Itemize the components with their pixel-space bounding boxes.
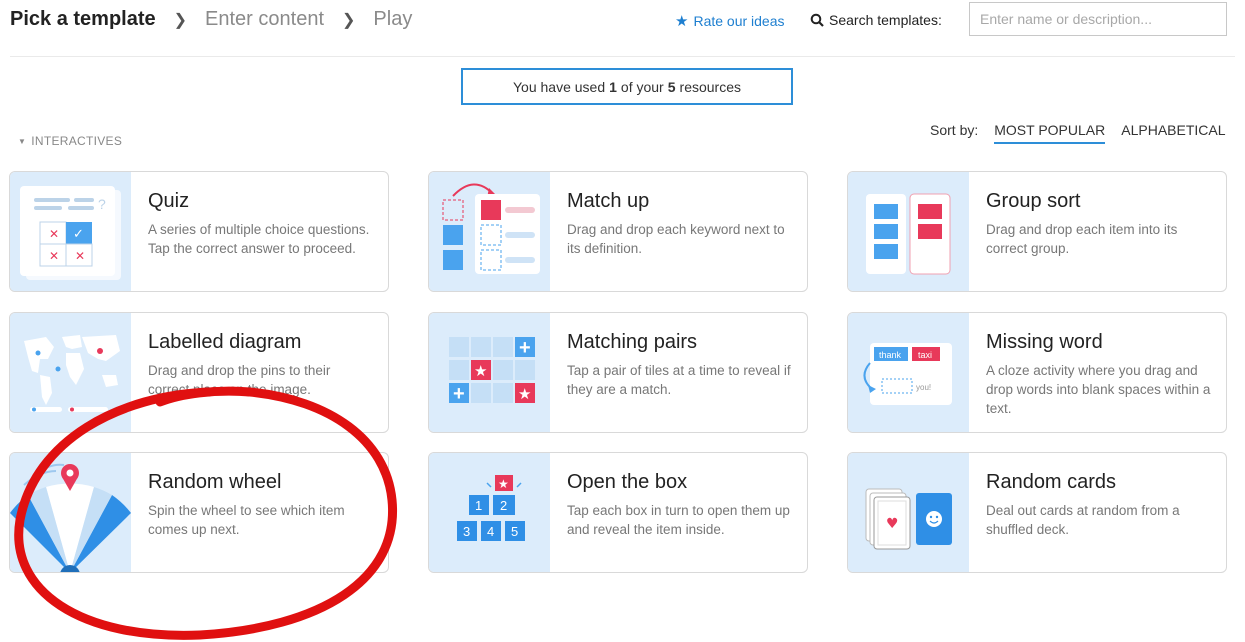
quota-suffix: resources: [679, 78, 741, 95]
caret-down-icon: ▼: [18, 136, 27, 146]
card-title: Quiz: [148, 190, 190, 212]
group-sort-icon: [848, 172, 969, 291]
search-input[interactable]: [969, 2, 1227, 36]
svg-text:?: ?: [98, 196, 106, 212]
match-up-icon: [429, 172, 550, 291]
template-card-group-sort[interactable]: Group sort Drag and drop each item into …: [847, 171, 1227, 292]
missing-word-chip-1: thank: [879, 350, 902, 360]
star-icon: ★: [675, 13, 689, 30]
rate-ideas-label: Rate our ideas: [693, 13, 785, 29]
missing-word-text: you!: [916, 383, 931, 392]
random-wheel-icon: [10, 453, 131, 572]
template-card-random-wheel[interactable]: Random wheel Spin the wheel to see which…: [9, 452, 389, 573]
matching-pairs-icon: + ★ + ★: [429, 313, 550, 432]
box-number-1: 1: [475, 498, 482, 513]
card-title: Labelled diagram: [148, 331, 302, 353]
template-card-matching-pairs[interactable]: + ★ + ★ Matching pairs Tap a pair of til…: [428, 312, 808, 433]
svg-text:+: +: [519, 337, 531, 359]
card-info: Open the box Tap each box in turn to ope…: [550, 453, 807, 572]
missing-word-chip-2: taxi: [918, 350, 932, 360]
chevron-right-icon: ❯: [173, 11, 188, 29]
template-card-quiz[interactable]: ? ✕ ✓ ✕ ✕ Quiz A series of multiple choi…: [9, 171, 389, 292]
svg-text:★: ★: [474, 362, 487, 380]
box-number-5: 5: [511, 524, 518, 539]
template-card-open-the-box[interactable]: ★ 1 2 3 4 5 Open the box Tap each box in…: [428, 452, 808, 573]
svg-text:✓: ✓: [73, 226, 84, 241]
card-info: Group sort Drag and drop each item into …: [969, 172, 1226, 291]
card-title: Open the box: [567, 471, 688, 493]
breadcrumb: Pick a template ❯ Enter content ❯ Play: [10, 8, 412, 31]
card-description: Drag and drop each item into its correct…: [986, 222, 1178, 256]
quota-total: 5: [667, 78, 676, 95]
breadcrumb-step-play[interactable]: Play: [373, 8, 412, 31]
template-card-random-cards[interactable]: ♥ Random cards Deal out cards at random …: [847, 452, 1227, 573]
sort-label: Sort by:: [930, 122, 979, 138]
missing-word-icon: thank taxi you!: [848, 313, 969, 432]
card-info: Labelled diagram Drag and drop the pins …: [131, 313, 388, 432]
card-info: Random wheel Spin the wheel to see which…: [131, 453, 388, 572]
svg-text:♥: ♥: [886, 516, 899, 532]
template-card-missing-word[interactable]: thank taxi you! Missing word A cloze act…: [847, 312, 1227, 433]
svg-text:+: +: [453, 383, 465, 405]
card-description: Deal out cards at random from a shuffled…: [986, 503, 1180, 537]
card-title: Missing word: [986, 331, 1103, 353]
sort-option-most-popular[interactable]: MOST POPULAR: [994, 122, 1106, 144]
quiz-icon: ? ✕ ✓ ✕ ✕: [10, 172, 131, 291]
world-map-icon: [10, 313, 131, 432]
open-the-box-icon: ★ 1 2 3 4 5: [429, 453, 550, 572]
breadcrumb-step-pick-template[interactable]: Pick a template: [10, 8, 156, 31]
card-title: Match up: [567, 190, 650, 212]
card-title: Random wheel: [148, 471, 282, 493]
box-number-2: 2: [500, 498, 507, 513]
svg-text:✕: ✕: [49, 249, 59, 263]
card-description: Drag and drop each keyword next to its d…: [567, 222, 785, 256]
section-toggle-interactives[interactable]: ▼ INTERACTIVES: [18, 134, 122, 148]
svg-text:✕: ✕: [75, 249, 85, 263]
card-title: Matching pairs: [567, 331, 698, 353]
card-title: Random cards: [986, 471, 1117, 493]
svg-text:✕: ✕: [49, 227, 59, 241]
template-card-match-up[interactable]: Match up Drag and drop each keyword next…: [428, 171, 808, 292]
random-cards-icon: ♥: [848, 453, 969, 572]
svg-text:★: ★: [498, 477, 509, 491]
header-divider: [10, 56, 1235, 57]
card-description: Drag and drop the pins to their correct …: [148, 363, 331, 397]
section-label: INTERACTIVES: [31, 134, 123, 148]
template-card-labelled-diagram[interactable]: Labelled diagram Drag and drop the pins …: [9, 312, 389, 433]
search-label: Search templates:: [810, 12, 942, 28]
card-info: Random cards Deal out cards at random fr…: [969, 453, 1226, 572]
chevron-right-icon: ❯: [342, 11, 356, 29]
quota-middle: of your: [620, 78, 664, 95]
quota-used: 1: [609, 78, 617, 95]
resource-quota-banner: You have used 1 of your 5 resources: [461, 68, 793, 105]
card-description: Tap a pair of tiles at a time to reveal …: [567, 363, 791, 397]
card-description: Tap each box in turn to open them up and…: [567, 503, 790, 537]
card-info: Quiz A series of multiple choice questio…: [131, 172, 388, 291]
search-icon: [810, 13, 824, 27]
card-title: Group sort: [986, 190, 1081, 212]
card-info: Matching pairs Tap a pair of tiles at a …: [550, 313, 807, 432]
card-description: Spin the wheel to see which item comes u…: [148, 503, 345, 537]
sort-option-alphabetical[interactable]: ALPHABETICAL: [1121, 122, 1225, 144]
quota-prefix: You have used: [513, 78, 606, 95]
svg-text:★: ★: [518, 385, 531, 403]
breadcrumb-step-enter-content[interactable]: Enter content: [205, 8, 324, 31]
rate-ideas-link[interactable]: ★ Rate our ideas: [675, 12, 785, 30]
header: Pick a template ❯ Enter content ❯ Play ★…: [0, 0, 1245, 48]
box-number-3: 3: [463, 524, 470, 539]
sort-controls: Sort by: MOST POPULAR ALPHABETICAL: [930, 122, 1226, 144]
card-description: A series of multiple choice questions. T…: [148, 222, 370, 256]
box-number-4: 4: [487, 524, 494, 539]
card-description: A cloze activity where you drag and drop…: [986, 363, 1211, 416]
card-info: Match up Drag and drop each keyword next…: [550, 172, 807, 291]
card-info: Missing word A cloze activity where you …: [969, 313, 1226, 432]
search-label-text: Search templates:: [829, 12, 942, 28]
